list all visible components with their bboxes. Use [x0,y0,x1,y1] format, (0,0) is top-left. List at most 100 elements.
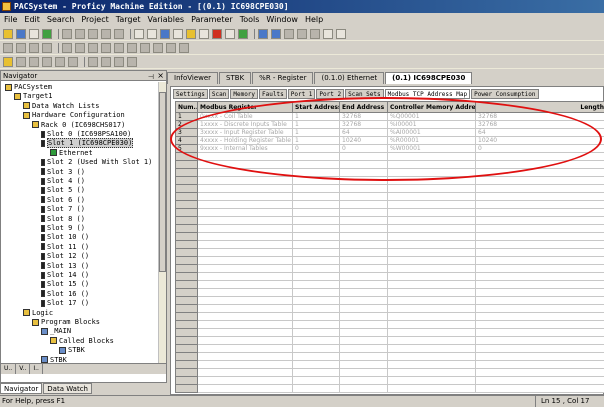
insert-rung-icon[interactable] [62,43,72,53]
ladder-line-icon[interactable] [29,43,39,53]
table-cell[interactable]: 32768 [476,113,604,121]
check-icon[interactable] [42,29,52,39]
find-icon[interactable] [134,29,144,39]
replace-icon[interactable] [147,29,157,39]
column-header[interactable]: Length [476,102,604,113]
ladder-branch-icon[interactable] [42,43,52,53]
table-cell[interactable]: 1 [176,113,198,121]
config-subtab[interactable]: Settings [173,89,208,99]
navigator-icon[interactable] [160,29,170,39]
config-subtab[interactable]: Memory [230,89,258,99]
counter-icon[interactable] [127,43,137,53]
table-cell[interactable]: 5 [176,145,198,153]
cut-icon[interactable] [62,29,72,39]
column-header[interactable]: Controller Memory Address [388,102,476,113]
document-tab[interactable]: %R - Register [252,72,313,84]
table-cell[interactable]: 0 [340,145,388,153]
inspector-icon[interactable] [173,29,183,39]
table-cell[interactable]: 64 [476,129,604,137]
navigator-subtab[interactable]: U.. [1,364,16,374]
redo-icon[interactable] [114,29,124,39]
menu-search[interactable]: Search [47,15,74,24]
pause-icon[interactable] [42,57,52,67]
table-row[interactable]: 59xxxx - Internal Tables00%W000010 [176,145,604,153]
table-cell[interactable]: 64 [340,129,388,137]
table-row[interactable]: 44xxxx - Holding Register Table110240%R0… [176,137,604,145]
menu-edit[interactable]: Edit [24,15,40,24]
ladder-coil-icon[interactable] [16,43,26,53]
config-subtab[interactable]: Port 2 [316,89,344,99]
back-icon[interactable] [258,29,268,39]
tree-scrollbar[interactable] [158,82,166,363]
table-cell[interactable]: 1xxxx - Discrete Inputs Table [198,121,293,129]
menu-file[interactable]: File [4,15,17,24]
undo-icon[interactable] [101,29,111,39]
navigator-subtab[interactable]: I.. [30,364,43,374]
table-cell[interactable]: 1 [293,113,340,121]
table-row[interactable]: 10xxxx - Coil Table132768%Q0000132768 [176,113,604,121]
online-icon[interactable] [3,57,13,67]
document-tab[interactable]: STBK [219,72,251,84]
toolchest-icon[interactable] [212,29,222,39]
info-icon[interactable] [127,57,137,67]
config-subtab[interactable]: Port 1 [288,89,316,99]
table-cell[interactable]: 10240 [340,137,388,145]
table-cell[interactable]: 3xxxx - Input Register Table [198,129,293,137]
print-icon[interactable] [29,29,39,39]
stop-target-icon[interactable] [68,57,78,67]
paste-icon[interactable] [88,29,98,39]
bit-icon[interactable] [179,43,189,53]
forward-icon[interactable] [271,29,281,39]
table-cell[interactable]: 4xxxx - Holding Register Table [198,137,293,145]
table-cell[interactable]: 3 [176,129,198,137]
config-subtab[interactable]: Scan [209,89,229,99]
help-icon[interactable] [336,29,346,39]
table-cell[interactable]: 1 [293,121,340,129]
move-icon[interactable] [166,43,176,53]
table-cell[interactable]: 0 [476,145,604,153]
refresh-icon[interactable] [297,29,307,39]
close-icon[interactable]: × [157,71,164,81]
document-tab[interactable]: (0.1.0) Ethernet [314,72,384,84]
config-subtab[interactable]: Power Consumption [471,89,538,99]
menu-variables[interactable]: Variables [148,15,185,24]
menu-help[interactable]: Help [305,15,323,24]
table-cell[interactable]: 0xxxx - Coil Table [198,113,293,121]
save-icon[interactable] [16,29,26,39]
dataview-icon[interactable] [225,29,235,39]
config-subtab[interactable]: Modbus TCP Address Map [385,89,470,99]
function-block-icon[interactable] [101,43,111,53]
table-cell[interactable]: 32768 [340,113,388,121]
table-cell[interactable]: 10240 [476,137,604,145]
table-cell[interactable]: %I00001 [388,121,476,129]
table-cell[interactable]: 9xxxx - Internal Tables [198,145,293,153]
table-cell[interactable]: %W00001 [388,145,476,153]
step-icon[interactable] [55,57,65,67]
copy-icon[interactable] [75,29,85,39]
download-icon[interactable] [88,57,98,67]
pin-icon[interactable]: ⊣ [148,72,154,82]
comment-icon[interactable] [88,43,98,53]
config-subtab[interactable]: Scan Sets [345,89,384,99]
step-back-icon[interactable] [16,57,26,67]
menu-project[interactable]: Project [81,15,108,24]
table-cell[interactable]: %Q00001 [388,113,476,121]
math-icon[interactable] [140,43,150,53]
table-cell[interactable]: 1 [293,129,340,137]
navigator-subtab[interactable]: V.. [16,364,30,374]
feedback-icon[interactable] [199,29,209,39]
column-header[interactable]: Modbus Register [198,102,293,113]
config-subtab[interactable]: Faults [259,89,287,99]
run-icon[interactable] [29,57,39,67]
delete-rung-icon[interactable] [75,43,85,53]
document-tab[interactable]: InfoViewer [167,72,218,84]
scrollbar-thumb[interactable] [159,92,166,272]
table-row[interactable]: 21xxxx - Discrete Inputs Table132768%I00… [176,121,604,129]
variables-icon[interactable] [238,29,248,39]
table-cell[interactable]: %AI00001 [388,129,476,137]
table-row[interactable]: 33xxxx - Input Register Table164%AI00001… [176,129,604,137]
table-cell[interactable]: %R00001 [388,137,476,145]
table-cell[interactable]: 32768 [340,121,388,129]
compare-icon[interactable] [153,43,163,53]
menu-parameter[interactable]: Parameter [191,15,233,24]
